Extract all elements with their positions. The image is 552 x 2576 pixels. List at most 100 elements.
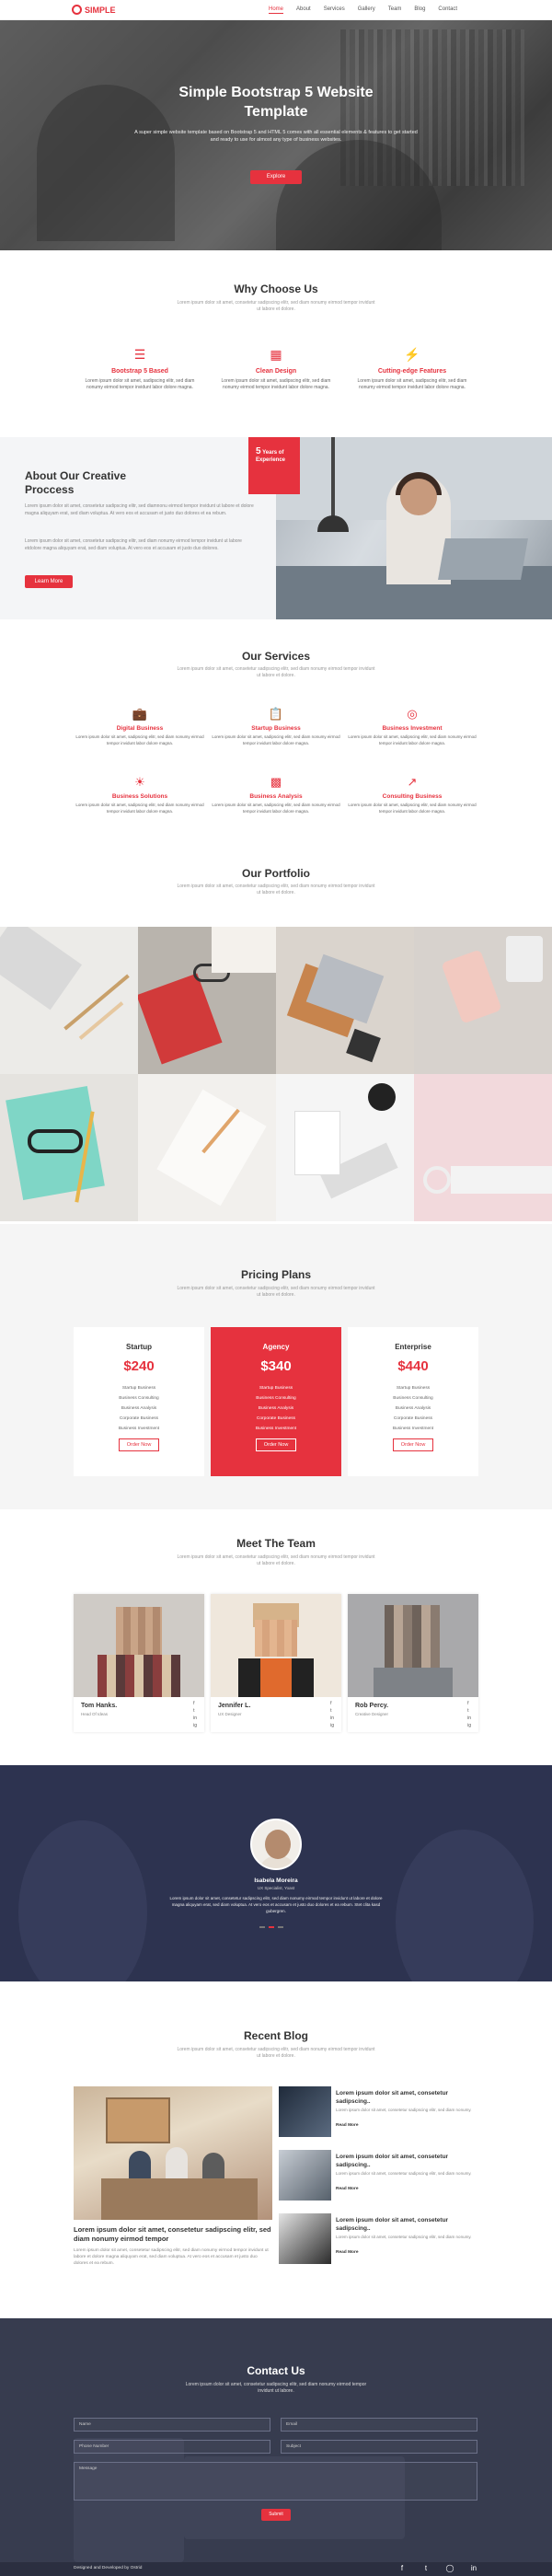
order-now-button[interactable]: Order Now xyxy=(118,1438,160,1451)
service-title: Business Investment xyxy=(382,725,443,732)
learn-more-button[interactable]: Learn More xyxy=(25,575,73,588)
blog-main-title[interactable]: Lorem ipsum dolor sit amet, consetetur s… xyxy=(74,2225,272,2244)
blog-side-text: Lorem ipsum dolor sit amet, consetetur s… xyxy=(336,2108,472,2112)
services-subtitle: Lorem ipsum dolor sit amet, consetetur s… xyxy=(177,666,375,678)
blog-thumb[interactable] xyxy=(279,2150,331,2201)
instagram-icon[interactable]: ig xyxy=(467,1723,471,1728)
email-field[interactable]: Email xyxy=(281,2418,477,2432)
experience-badge: 5 Years of Experience xyxy=(248,437,300,494)
pricing-title: Pricing Plans xyxy=(240,1268,312,1281)
twitter-icon[interactable]: t xyxy=(193,1708,197,1714)
plan-name: Enterprise xyxy=(395,1343,431,1351)
service-card: ◎ Business Investment Lorem ipsum dolor … xyxy=(343,707,481,746)
hero-section: Simple Bootstrap 5 Website Template A sup… xyxy=(0,20,552,250)
read-more-link[interactable]: Read More xyxy=(336,2123,359,2128)
nav-about[interactable]: About xyxy=(296,6,311,14)
read-more-link[interactable]: Read More xyxy=(336,2250,359,2255)
team-photo xyxy=(348,1594,478,1697)
plan-feature: Startup Business xyxy=(396,1386,431,1391)
nav-services[interactable]: Services xyxy=(324,6,345,14)
instagram-icon[interactable]: ◯ xyxy=(445,2564,454,2573)
nav-team[interactable]: Team xyxy=(388,6,402,14)
order-now-button[interactable]: Order Now xyxy=(255,1438,297,1451)
blog-side-title[interactable]: Lorem ipsum dolor sit amet, consetetur s… xyxy=(336,2089,474,2106)
portfolio-item[interactable] xyxy=(276,1074,414,1221)
blog-thumb[interactable] xyxy=(279,2213,331,2264)
portfolio-item[interactable] xyxy=(414,1074,552,1221)
facebook-icon[interactable]: f xyxy=(467,1701,471,1706)
subject-field[interactable]: Subject xyxy=(281,2440,477,2454)
carousel-dot[interactable] xyxy=(259,1926,265,1928)
plan-price: $340 xyxy=(260,1358,292,1374)
facebook-icon[interactable]: f xyxy=(397,2564,407,2573)
nav-blog[interactable]: Blog xyxy=(414,6,425,14)
name-field[interactable]: Name xyxy=(74,2418,270,2432)
submit-button[interactable]: Submit xyxy=(261,2509,291,2521)
facebook-icon[interactable]: f xyxy=(330,1701,334,1706)
instagram-icon[interactable]: ig xyxy=(193,1723,197,1728)
read-more-link[interactable]: Read More xyxy=(336,2187,359,2191)
portfolio-item[interactable] xyxy=(0,1074,138,1221)
linkedin-icon[interactable]: in xyxy=(467,1715,471,1721)
blog-main-image[interactable] xyxy=(74,2086,272,2220)
target-icon: ◎ xyxy=(407,707,418,721)
layers-icon: ☰ xyxy=(133,346,146,362)
blog-main-text: Lorem ipsum dolor sit amet, consetetur s… xyxy=(74,2248,269,2266)
background-person-image xyxy=(396,1830,534,1981)
blog-title: Recent Blog xyxy=(243,2029,308,2042)
feature-text: Lorem ipsum dolor sit amet, sadipscing e… xyxy=(85,378,195,390)
lightbulb-icon: ☀ xyxy=(134,775,145,789)
team-title: Meet The Team xyxy=(236,1537,316,1550)
portfolio-item[interactable] xyxy=(276,927,414,1074)
portfolio-item[interactable] xyxy=(0,927,138,1074)
carousel-dots xyxy=(259,1926,283,1928)
hero-title: Simple Bootstrap 5 Website Template xyxy=(0,83,552,121)
instagram-icon[interactable]: ig xyxy=(330,1723,334,1728)
red-notebook-image xyxy=(138,973,223,1065)
order-now-button[interactable]: Order Now xyxy=(392,1438,434,1451)
why-subtitle: Lorem ipsum dolor sit amet, consetetur s… xyxy=(177,300,375,312)
service-card: 💼 Digital Business Lorem ipsum dolor sit… xyxy=(71,707,209,746)
message-field[interactable]: Message xyxy=(74,2462,477,2501)
nav-menu: Home About Services Gallery Team Blog Co… xyxy=(269,6,470,14)
portfolio-item[interactable] xyxy=(414,927,552,1074)
service-card: ☀ Business Solutions Lorem ipsum dolor s… xyxy=(71,775,209,814)
clipboard-icon: 📋 xyxy=(268,707,284,721)
about-paragraph: Lorem ipsum dolor sit amet, consetetur s… xyxy=(25,538,242,551)
blog-side-title[interactable]: Lorem ipsum dolor sit amet, consetetur s… xyxy=(336,2216,474,2233)
about-image-lamp xyxy=(331,437,335,520)
twitter-icon[interactable]: t xyxy=(421,2564,431,2573)
explore-button[interactable]: Explore xyxy=(250,170,302,184)
keyboard-image xyxy=(451,1166,552,1194)
logo[interactable]: SIMPLE xyxy=(72,5,116,15)
twitter-icon[interactable]: t xyxy=(467,1708,471,1714)
blog-thumb[interactable] xyxy=(279,2086,331,2137)
team-social: f t in ig xyxy=(467,1701,471,1728)
carousel-dot-active[interactable] xyxy=(269,1926,274,1928)
nav-home[interactable]: Home xyxy=(269,6,284,14)
nav-contact[interactable]: Contact xyxy=(438,6,457,14)
team-photo xyxy=(74,1594,204,1697)
blog-subtitle: Lorem ipsum dolor sit amet, consetetur s… xyxy=(177,2047,375,2059)
portfolio-item[interactable] xyxy=(138,1074,276,1221)
plan-features: Startup Business Business Consulting Bus… xyxy=(348,1383,478,1434)
keyboard-image xyxy=(0,927,83,1011)
contact-title: Contact Us xyxy=(247,2364,305,2377)
portfolio-item[interactable] xyxy=(138,927,276,1074)
phone-field[interactable]: Phone Number xyxy=(74,2440,270,2454)
bar-chart-icon: ▩ xyxy=(270,775,282,789)
linkedin-icon[interactable]: in xyxy=(469,2564,478,2573)
nav-gallery[interactable]: Gallery xyxy=(358,6,375,14)
service-card: 📋 Startup Business Lorem ipsum dolor sit… xyxy=(207,707,345,746)
linkedin-icon[interactable]: in xyxy=(193,1715,197,1721)
plan-features: Startup Business Business Consulting Bus… xyxy=(211,1383,341,1434)
service-text: Lorem ipsum dolor sit amet, sadipscing e… xyxy=(212,803,340,814)
plan-feature: Business Investment xyxy=(255,1427,297,1431)
twitter-icon[interactable]: t xyxy=(330,1708,334,1714)
portfolio-subtitle: Lorem ipsum dolor sit amet, consetetur s… xyxy=(177,884,375,895)
carousel-dot[interactable] xyxy=(278,1926,283,1928)
plan-feature: Business Investment xyxy=(392,1427,434,1431)
linkedin-icon[interactable]: in xyxy=(330,1715,334,1721)
facebook-icon[interactable]: f xyxy=(193,1701,197,1706)
blog-side-title[interactable]: Lorem ipsum dolor sit amet, consetetur s… xyxy=(336,2153,474,2169)
